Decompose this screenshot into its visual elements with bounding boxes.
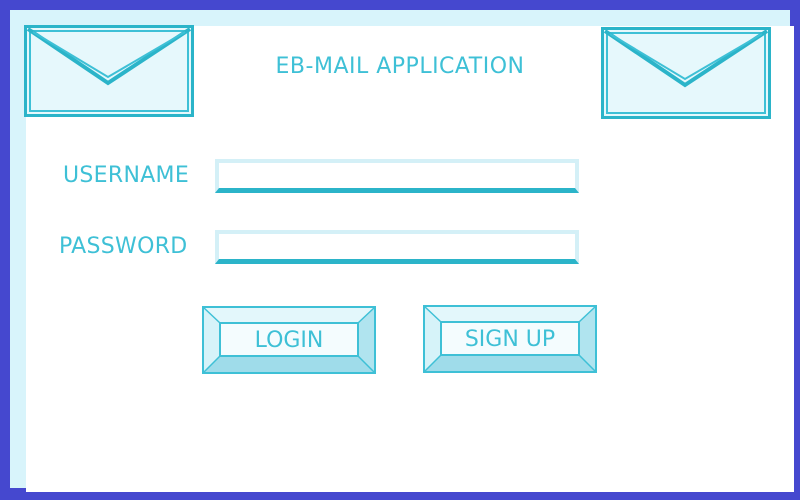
username-label: USERNAME bbox=[63, 163, 190, 188]
login-button-label: LOGIN bbox=[254, 327, 324, 353]
signup-button-label: SIGN UP bbox=[464, 326, 556, 352]
password-label: PASSWORD bbox=[59, 234, 188, 259]
app-title: EB-MAIL APPLICATION bbox=[275, 54, 525, 79]
envelope-icon bbox=[24, 25, 194, 117]
login-button[interactable]: LOGIN bbox=[202, 306, 376, 374]
password-input[interactable] bbox=[215, 230, 579, 264]
username-input[interactable] bbox=[215, 159, 579, 193]
envelope-icon bbox=[601, 27, 771, 119]
signup-button[interactable]: SIGN UP bbox=[423, 305, 597, 373]
